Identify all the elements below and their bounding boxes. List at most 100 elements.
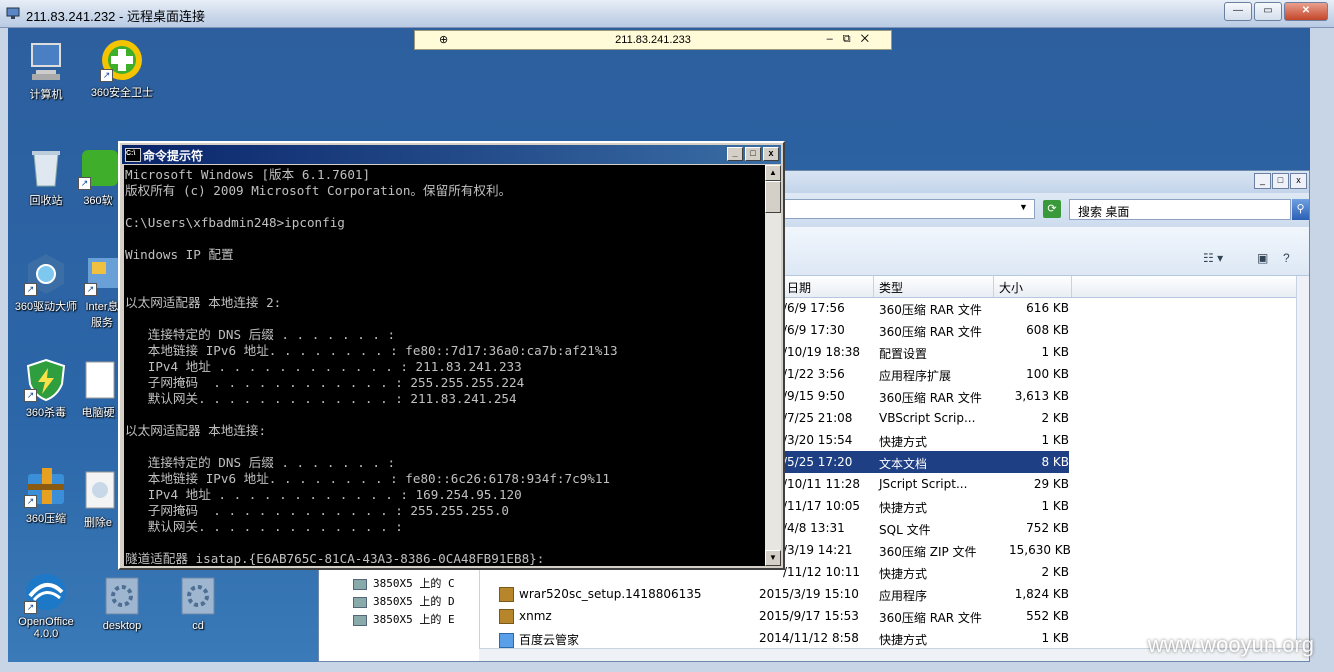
cmd-close-button[interactable]: x	[763, 147, 779, 161]
desktop-icon-label: 电脑硬	[81, 407, 115, 419]
console-line: C:\Users\xfbadmin248>ipconfig	[125, 215, 345, 230]
console-line: 连接特定的 DNS 后缀 . . . . . . . :	[125, 455, 396, 470]
nav-drive-d[interactable]: 3850X5 上的 D	[353, 593, 455, 609]
console-line: 本地链接 IPv6 地址. . . . . . . . : fe80::6c26…	[125, 471, 610, 486]
360-driver-icon: ↗	[24, 252, 68, 296]
explorer-minimize-button[interactable]: _	[1254, 173, 1271, 189]
desktop-icon-label: 360安全卫士	[90, 87, 154, 99]
console-line: 版权所有 (c) 2009 Microsoft Corporation。保留所有…	[125, 183, 512, 198]
desktop-icon-delete[interactable]: 删除e	[78, 468, 118, 530]
rdp-title: 211.83.241.232 - 远程桌面连接	[26, 9, 205, 24]
360-zip-icon: ↗	[24, 464, 68, 508]
desktop-icon-360-driver[interactable]: ↗ 360驱动大师	[8, 252, 84, 314]
scroll-thumb[interactable]	[765, 181, 781, 213]
nav-drive-e[interactable]: 3850X5 上的 E	[353, 611, 455, 627]
nav-drive-c[interactable]: 3850X5 上的 C	[353, 575, 455, 591]
desktop-icon-360-zip[interactable]: ↗ 360压缩	[8, 464, 84, 526]
desktop-icon-cd[interactable]: cd	[160, 574, 236, 632]
delete-icon	[78, 468, 118, 512]
desktop-icon-label: 360杀毒	[25, 407, 67, 419]
connection-bar-controls[interactable]: –⧉✕	[827, 33, 879, 46]
column-size[interactable]: 大小	[999, 279, 1023, 296]
desktop-icon-iis[interactable]: ↗ Inter息服务	[84, 252, 120, 330]
console-line: 以太网适配器 本地连接:	[125, 423, 267, 438]
hardware-icon	[78, 358, 118, 402]
scroll-down-icon[interactable]: ▼	[765, 550, 781, 566]
watermark: www.wooyun.org	[1147, 632, 1314, 657]
desktop-icon-label: 计算机	[29, 89, 63, 101]
console-line: 默认网关. . . . . . . . . . . . . :	[125, 519, 403, 534]
rdp-frame-right	[1310, 28, 1334, 672]
shortcut-arrow-icon: ↗	[78, 177, 91, 190]
remote-desktop-icon	[6, 6, 20, 20]
gear-file-icon	[176, 574, 220, 618]
cmd-maximize-button[interactable]: □	[745, 147, 761, 161]
iis-icon: ↗	[84, 252, 120, 296]
desktop-icon-360-antivirus[interactable]: ↗ 360杀毒	[8, 358, 84, 420]
desktop-icon-label: OpenOffice 4.0.0	[18, 616, 74, 640]
column-divider[interactable]	[993, 276, 994, 297]
computer-icon	[24, 40, 68, 84]
explorer-window-controls: _ □ x	[1254, 173, 1307, 189]
desktop-icon-label: desktop	[102, 620, 142, 632]
desktop-icon-hardware[interactable]: 电脑硬	[78, 358, 118, 420]
help-icon[interactable]: ?	[1283, 251, 1290, 265]
desktop-icon-desktop[interactable]: desktop	[84, 574, 160, 632]
desktop-icon-360-software[interactable]: ↗ 360软	[78, 146, 118, 208]
console-line: IPv4 地址 . . . . . . . . . . . . : 169.25…	[125, 487, 522, 502]
cmd-window-controls: _ □ x	[725, 147, 779, 161]
rdp-titlebar: 211.83.241.232 - 远程桌面连接 — ▭ ✕	[0, 0, 1334, 28]
explorer-vertical-scrollbar[interactable]	[1296, 276, 1309, 652]
360-antivirus-icon: ↗	[24, 358, 68, 402]
column-date[interactable]: 日期	[787, 279, 811, 296]
column-type[interactable]: 类型	[879, 279, 903, 296]
rdp-frame-left	[0, 28, 8, 672]
rdp-minimize-button[interactable]: —	[1224, 2, 1252, 21]
view-options-icon[interactable]: ☷ ▾	[1203, 251, 1223, 265]
table-row[interactable]: wrar520sc_setup.1418806135 2015/3/19 15:1…	[479, 583, 1299, 605]
chevron-down-icon[interactable]: ▼	[1019, 202, 1028, 212]
360-software-icon: ↗	[78, 146, 118, 190]
refresh-icon[interactable]: ⟳	[1043, 200, 1061, 218]
connection-bar: ⊕ 211.83.241.233 –⧉✕	[414, 30, 892, 50]
search-icon[interactable]: ⚲	[1292, 199, 1309, 220]
console-line: 子网掩码 . . . . . . . . . . . . : 255.255.2…	[125, 375, 525, 390]
desktop-icon-label: cd	[192, 620, 204, 632]
column-divider[interactable]	[1071, 276, 1072, 297]
console-line: 以太网适配器 本地连接 2:	[125, 295, 282, 310]
console-line: 隧道适配器 isatap.{E6AB765C-81CA-43A3-8386-0C…	[125, 551, 545, 566]
scroll-up-icon[interactable]: ▲	[765, 165, 781, 181]
console-text: Microsoft Windows [版本 6.1.7601] 版权所有 (c) …	[124, 165, 765, 566]
shortcut-arrow-icon: ↗	[24, 389, 37, 402]
console-line: 本地链接 IPv6 地址. . . . . . . . : fe80::7d17…	[125, 343, 618, 358]
cmd-minimize-button[interactable]: _	[727, 147, 743, 161]
rdp-maximize-button[interactable]: ▭	[1254, 2, 1282, 21]
cloud-shortcut-icon	[499, 633, 514, 648]
desktop-icon-openoffice[interactable]: ↗ OpenOffice 4.0.0	[8, 570, 84, 640]
explorer-close-button[interactable]: x	[1290, 173, 1307, 189]
console-icon: C:\	[125, 148, 141, 162]
table-row[interactable]: xnmz 2015/9/17 15:53 360压缩 RAR 文件 552 KB	[479, 605, 1299, 627]
desktop-icon-label: Inter息服务	[85, 301, 119, 329]
installer-file-icon	[499, 587, 514, 602]
explorer-maximize-button[interactable]: □	[1272, 173, 1289, 189]
search-input[interactable]: 搜索 桌面	[1069, 199, 1291, 220]
cmd-scrollbar[interactable]: ▲ ▼	[765, 165, 781, 566]
cmd-titlebar[interactable]: C:\ 命令提示符 _ □ x	[122, 145, 781, 164]
rdp-close-button[interactable]: ✕	[1284, 2, 1328, 21]
desktop-icon-recycle-bin[interactable]: 回收站	[8, 146, 84, 208]
shortcut-arrow-icon: ↗	[24, 283, 37, 296]
preview-pane-icon[interactable]: ▣	[1257, 251, 1268, 265]
desktop-icon-computer[interactable]: 计算机	[8, 40, 84, 102]
column-divider[interactable]	[873, 276, 874, 297]
console-line: Microsoft Windows [版本 6.1.7601]	[125, 167, 371, 182]
console-output[interactable]: Microsoft Windows [版本 6.1.7601] 版权所有 (c) …	[124, 165, 765, 566]
desktop-icon-360-guard[interactable]: ↗ 360安全卫士	[84, 38, 160, 100]
